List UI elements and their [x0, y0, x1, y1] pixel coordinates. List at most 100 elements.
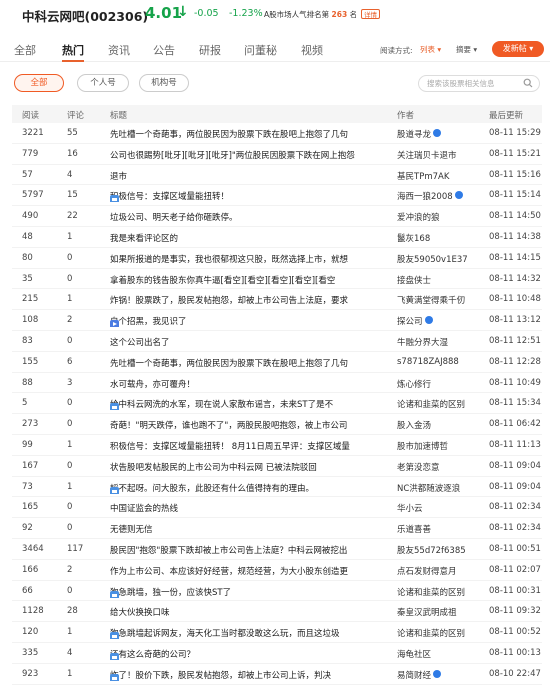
author-link[interactable]: 股市加速博哲 [397, 440, 481, 452]
last-updated: 08-11 13:12 [489, 315, 541, 326]
post-title-link[interactable]: 韬不起呀。问大股东，此股还有什么值得持有的理由。 [110, 482, 390, 494]
author-link[interactable]: 老第没恋意 [397, 461, 481, 473]
last-updated: 08-11 06:42 [489, 419, 541, 430]
author-link[interactable]: 飞黄满堂得乘千仞 [397, 294, 481, 306]
read-count: 88 [22, 377, 33, 388]
author-name: 秦皇汉武明成祖 [397, 608, 457, 619]
post-title-link[interactable]: 股民因"抱怨"股票下跌却被上市公司告上法庭？中科云网被挖出 [110, 544, 390, 556]
post-title-link[interactable]: 先吐槽一个奇葩事，两位股民因为股票下跌在股吧上抱怨了几句 [110, 128, 390, 140]
rank-detail-badge[interactable]: 详情 [361, 9, 380, 19]
author-link[interactable]: 华小云 [397, 502, 481, 514]
post-title-link[interactable]: 给大伙换换口味 [110, 606, 390, 618]
tab-news[interactable]: 资讯 [108, 42, 130, 58]
post-title-link[interactable]: 积极信号：支撑区域量能扭转！ [110, 190, 390, 203]
table-row: 88 3 水可载舟，亦可覆舟！ 炼心修行 08-11 10:49 [12, 373, 542, 394]
post-title: 退市 [110, 171, 128, 182]
header-time: 最后更新 [489, 111, 524, 121]
post-title: 积极信号：支撑区域量能扭转！ [110, 192, 230, 203]
table-row: 48 1 我是来看评论区的 鬣灰168 08-11 14:38 [12, 227, 542, 248]
tab-announcements[interactable]: 公告 [153, 42, 175, 58]
post-title-link[interactable]: 还有这么奇葩的公司？ [110, 648, 390, 660]
post-title-link[interactable]: 垃圾公司、明天老子给你砸跌停。 [110, 211, 390, 223]
author-link[interactable]: 股道寻龙 [397, 128, 481, 140]
post-title-link[interactable]: 给中科云网洗的水军，现在说人家散布谣言，未来ST了是不 [110, 398, 390, 411]
last-updated: 08-11 09:04 [489, 460, 541, 471]
post-title-link[interactable]: 炸了！股价下跌，股民发帖抱怨，却被上市公司上诉，判决 [110, 669, 390, 681]
post-title-link[interactable]: 我是来看评论区的 [110, 232, 390, 244]
stock-header: 中科云网吧(002306) 4.01 ↓ -0.05 -1.23% A股市场人气… [0, 0, 550, 28]
tab-ask-secretary[interactable]: 问董秘 [244, 42, 277, 58]
new-post-button[interactable]: 发新帖 ▾ [492, 41, 544, 57]
post-title-link[interactable]: 积极信号：支撑区域量能扭转！ 8月11日周五早评：支撑区域量 [110, 440, 390, 452]
author-link[interactable]: 股友55d72f6385 [397, 544, 481, 556]
post-title-link[interactable]: 无德则无信 [110, 523, 390, 535]
search-input[interactable]: 搜索该股票相关信息 [418, 75, 540, 92]
post-title-link[interactable]: 狗急跳墙起诉网友，海天化工当时都没敢这么玩，而且这垃圾 [110, 627, 390, 640]
table-row: 1128 28 给大伙换换口味 秦皇汉武明成祖 08-11 09:32 [12, 601, 542, 623]
post-title-link[interactable]: 如果所报道的是事实，我也很郁视这只股，既然选择上市，就想 [110, 253, 390, 265]
post-title: 狗急跳墙起诉网友，海天化工当时都没敢这么玩，而且这垃圾 [110, 629, 340, 640]
author-link[interactable]: 爱冲浪的狼 [397, 211, 481, 223]
active-tab-indicator [62, 60, 84, 62]
last-updated: 08-11 10:48 [489, 294, 541, 305]
read-count: 923 [22, 668, 39, 679]
post-title-link[interactable]: 这个公司出名了 [110, 336, 390, 348]
filter-personal[interactable]: 个人号 [77, 74, 129, 92]
post-title-link[interactable]: 退市 [110, 170, 390, 182]
comment-count: 0 [67, 252, 73, 263]
filter-institution[interactable]: 机构号 [139, 74, 189, 92]
author-link[interactable]: 海西一狼2008 [397, 190, 481, 202]
read-count: 48 [22, 231, 33, 242]
view-mode-summary[interactable]: 摘要 ▾ [456, 44, 477, 55]
post-title-link[interactable]: 先吐槽一个奇葩事，两位股民因为股票下跌在股吧上抱怨了几句 [110, 357, 390, 369]
read-count: 99 [22, 439, 33, 450]
author-link[interactable]: 论诸和韭菜的区别 [397, 627, 481, 639]
table-row: 273 0 奇葩！"明天跌停，谁也跑不了"，两股民股吧抱怨，被上市公司 股入金汤 08-… [12, 414, 542, 435]
author-link[interactable]: NC洪都随波逐浪 [397, 482, 481, 494]
author-link[interactable]: 海龟社区 [397, 648, 481, 660]
post-title-link[interactable]: 状告股吧发帖股民的上市公司为中科云网 已被法院驳回 [110, 461, 390, 473]
tab-video[interactable]: 视频 [301, 42, 323, 58]
table-row: 165 0 中国证监会的热线 华小云 08-11 02:34 [12, 497, 542, 519]
author-link[interactable]: 牛融分界大湿 [397, 336, 481, 348]
post-title: 炸了！股价下跌，股民发帖抱怨，却被上市公司上诉，判决 [110, 670, 332, 681]
author-link[interactable]: 炼心修行 [397, 378, 481, 390]
author-link[interactable]: 基民TPm7AK [397, 170, 481, 182]
post-title-link[interactable]: 狗急跳墙，独一份，应该快ST了 [110, 586, 390, 598]
author-name: 股市加速博哲 [397, 441, 449, 452]
post-title-link[interactable]: 中国证监会的热线 [110, 502, 390, 514]
post-title-link[interactable]: 水可载舟，亦可覆舟！ [110, 378, 390, 390]
post-title-link[interactable]: 奇葩！"明天跌停，谁也跑不了"，两股民股吧抱怨，被上市公司 [110, 419, 390, 431]
filter-all[interactable]: 全部 [14, 74, 64, 92]
author-link[interactable]: 关注瑞贝卡退市 [397, 149, 481, 161]
author-link[interactable]: 乐道喜善 [397, 523, 481, 535]
image-icon [110, 673, 119, 681]
author-link[interactable]: 点石发财得意月 [397, 565, 481, 577]
author-link[interactable]: 鬣灰168 [397, 232, 481, 244]
table-row: 108 2 自个招黑，我见识了 探公司 08-11 13:12 [12, 310, 542, 331]
last-updated: 08-11 15:21 [489, 148, 541, 159]
tab-research[interactable]: 研报 [199, 42, 221, 58]
author-link[interactable]: 论诸和韭菜的区别 [397, 398, 481, 410]
post-title-link[interactable]: 炸锅！股票跌了，股民发帖抱怨，却被上市公司告上法庭，要求 [110, 294, 390, 306]
search-icon[interactable] [523, 78, 533, 88]
author-link[interactable]: 易简财经 [397, 669, 481, 681]
author-link[interactable]: 秦皇汉武明成祖 [397, 606, 481, 618]
stock-name[interactable]: 中科云网吧(002306) [22, 6, 148, 25]
author-link[interactable]: 股友59050v1E37 [397, 253, 481, 265]
tab-hot[interactable]: 热门 [62, 42, 84, 58]
post-title: 韬不起呀。问大股东，此股还有什么值得持有的理由。 [110, 483, 315, 494]
author-link[interactable]: 股入金汤 [397, 419, 481, 431]
tab-all[interactable]: 全部 [14, 42, 36, 58]
post-title-link[interactable]: 拿着股东的钱告股东你真牛逼[看空][看空][看空][看空][看空 [110, 274, 390, 286]
author-link[interactable]: s78718ZAJ888 [397, 357, 481, 367]
table-row: 83 0 这个公司出名了 牛融分界大湿 08-11 12:51 [12, 331, 542, 352]
post-title-link[interactable]: 公司也很踢势[吡牙][吡牙][吡牙]"两位股民因股票下跌在网上抱怨 [110, 149, 390, 161]
view-mode-list[interactable]: 列表 ▾ [420, 44, 441, 55]
author-link[interactable]: 接盘侠士 [397, 274, 481, 286]
author-link[interactable]: 探公司 [397, 315, 481, 327]
comment-count: 1 [67, 294, 73, 305]
author-link[interactable]: 论诸和韭菜的区别 [397, 586, 481, 598]
post-title-link[interactable]: 自个招黑，我见识了 [110, 315, 390, 328]
post-title-link[interactable]: 作为上市公司、本应该好好经营，规范经营，为大小股东创造更 [110, 565, 390, 577]
